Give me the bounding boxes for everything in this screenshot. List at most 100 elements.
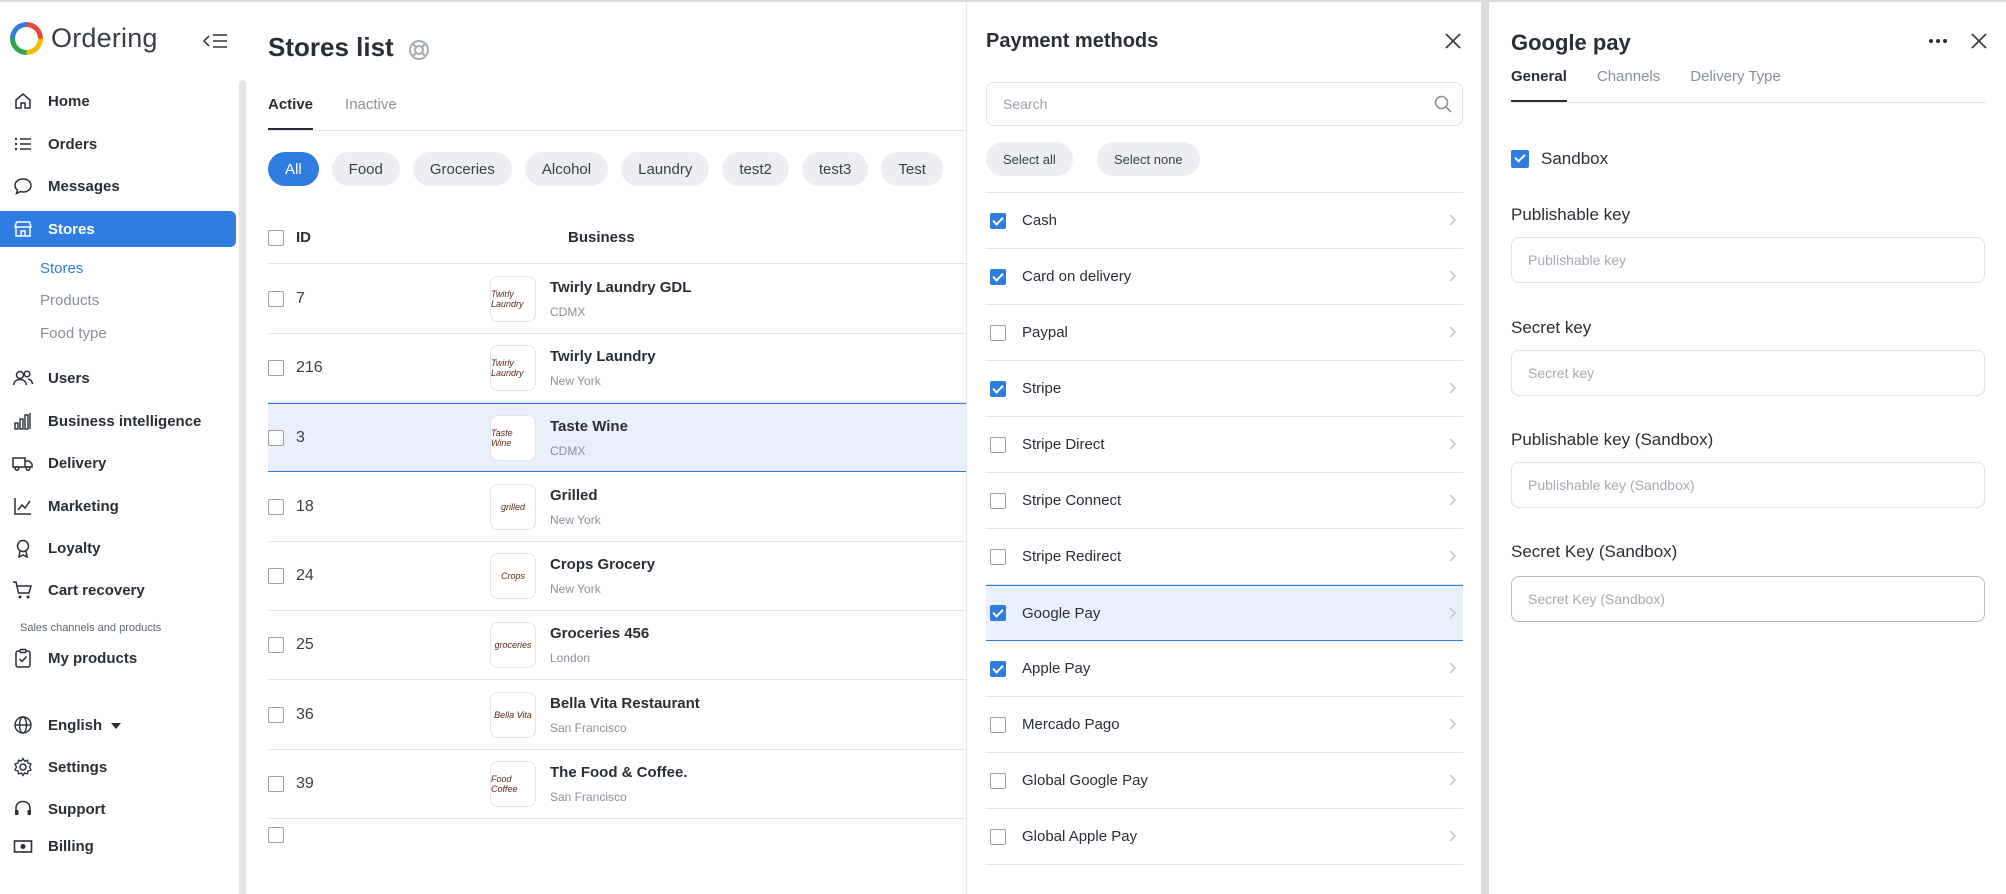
sidebar-item-delivery[interactable]: Delivery (0, 445, 236, 481)
row-checkbox[interactable] (268, 776, 284, 792)
tab-channels[interactable]: Channels (1597, 68, 1660, 102)
payment-method-stripe-redirect[interactable]: Stripe Redirect (986, 529, 1463, 585)
payment-method-global-apple-pay[interactable]: Global Apple Pay (986, 809, 1463, 865)
payment-method-stripe-direct[interactable]: Stripe Direct (986, 417, 1463, 473)
payment-method-checkbox[interactable] (990, 436, 1006, 453)
collapse-sidebar-button[interactable] (200, 26, 230, 56)
payment-method-global-google-pay[interactable]: Global Google Pay (986, 753, 1463, 809)
payment-method-google-pay[interactable]: Google Pay (986, 585, 1463, 641)
chip-alcohol[interactable]: Alcohol (524, 152, 609, 186)
row-checkbox[interactable] (268, 429, 284, 446)
payment-method-checkbox[interactable] (990, 324, 1006, 341)
payment-method-label: Paypal (1022, 324, 1068, 341)
chip-test[interactable]: Test (881, 152, 943, 186)
secret-key-input[interactable] (1511, 350, 1985, 396)
row-checkbox[interactable] (268, 568, 284, 584)
sidebar-item-users[interactable]: Users (0, 360, 236, 396)
store-name: Taste Wine (550, 418, 628, 435)
table-row-partial[interactable] (268, 819, 988, 888)
sidebar-subitem-stores[interactable]: Stores (40, 260, 83, 277)
more-options-button[interactable] (1923, 28, 1953, 54)
sandbox-toggle[interactable]: Sandbox (1511, 149, 1608, 169)
sidebar-item-support[interactable]: Support (0, 791, 236, 827)
row-checkbox[interactable] (268, 707, 284, 723)
payment-method-checkbox[interactable] (990, 828, 1006, 845)
table-row[interactable]: 24 Crops Crops Grocery New York (268, 542, 988, 611)
chip-test2[interactable]: test2 (722, 152, 789, 186)
tab-inactive[interactable]: Inactive (345, 96, 397, 130)
row-checkbox[interactable] (268, 637, 284, 653)
chip-all[interactable]: All (268, 152, 319, 186)
table-row[interactable]: 39 Food Coffee The Food & Coffee. San Fr… (268, 750, 988, 819)
payment-method-checkbox[interactable] (990, 772, 1006, 789)
store-logo: groceries (490, 622, 536, 668)
sidebar-item-messages[interactable]: Messages (0, 168, 236, 204)
select-all-button[interactable]: Select all (986, 142, 1073, 176)
payment-method-checkbox[interactable] (990, 548, 1006, 565)
row-checkbox[interactable] (268, 291, 284, 307)
publishable-key-sandbox-input[interactable] (1511, 462, 1985, 508)
select-all-checkbox[interactable] (268, 229, 284, 246)
sidebar-item-my-products[interactable]: My products (0, 640, 236, 676)
payment-method-stripe[interactable]: Stripe (986, 361, 1463, 417)
sidebar-subitem-food-type[interactable]: Food type (40, 325, 107, 342)
row-checkbox[interactable] (268, 360, 284, 376)
section-label-sales-channels: Sales channels and products (20, 622, 162, 634)
payment-search-input[interactable] (986, 82, 1463, 126)
tab-delivery-type[interactable]: Delivery Type (1690, 68, 1781, 102)
sidebar-item-loyalty[interactable]: Loyalty (0, 530, 236, 566)
sandbox-checkbox[interactable] (1511, 150, 1529, 168)
column-header-id[interactable]: ID (296, 229, 311, 246)
sidebar-scrollbar[interactable] (239, 80, 246, 894)
chip-laundry[interactable]: Laundry (621, 152, 710, 186)
language-selector[interactable]: English (0, 707, 236, 743)
sidebar-item-orders[interactable]: Orders (0, 126, 236, 162)
table-row[interactable]: 25 groceries Groceries 456 London (268, 611, 988, 680)
column-header-business[interactable]: Business (568, 229, 635, 246)
secret-key-sandbox-input[interactable] (1511, 576, 1985, 622)
payment-method-checkbox[interactable] (990, 380, 1006, 397)
table-row[interactable]: 18 grilled Grilled New York (268, 473, 988, 542)
store-name: Crops Grocery (550, 556, 656, 573)
app-logo[interactable]: Ordering (10, 18, 158, 58)
sidebar-subitem-products[interactable]: Products (40, 292, 99, 309)
tab-general[interactable]: General (1511, 68, 1567, 102)
row-checkbox[interactable] (268, 827, 284, 843)
payment-method-mercado-pago[interactable]: Mercado Pago (986, 697, 1463, 753)
lifebuoy-help-icon[interactable] (408, 37, 430, 60)
tab-active[interactable]: Active (268, 96, 314, 130)
sidebar-item-settings[interactable]: Settings (0, 749, 236, 785)
close-payment-methods-button[interactable] (1440, 28, 1466, 54)
sidebar-item-billing[interactable]: Billing (0, 828, 236, 864)
payment-method-checkbox[interactable] (990, 268, 1006, 285)
search-icon[interactable] (1433, 94, 1453, 114)
payment-method-label: Stripe Direct (1022, 436, 1105, 453)
payment-method-apple-pay[interactable]: Apple Pay (986, 641, 1463, 697)
sidebar-item-business-intelligence[interactable]: Business intelligence (0, 403, 236, 439)
table-row[interactable]: 216 Twirly Laundry Twirly Laundry New Yo… (268, 334, 988, 403)
row-checkbox[interactable] (268, 499, 284, 515)
payment-method-cash[interactable]: Cash (986, 193, 1463, 249)
payment-method-checkbox[interactable] (990, 660, 1006, 677)
payment-method-stripe-connect[interactable]: Stripe Connect (986, 473, 1463, 529)
close-google-pay-button[interactable] (1966, 28, 1992, 54)
table-row[interactable]: 7 Twirly Laundry Twirly Laundry GDL CDMX (268, 265, 988, 334)
sidebar-item-cart-recovery[interactable]: Cart recovery (0, 572, 236, 608)
sidebar-item-marketing[interactable]: Marketing (0, 488, 236, 524)
sidebar-item-home[interactable]: Home (0, 83, 236, 119)
table-row[interactable]: 3 Taste Wine Taste Wine CDMX (268, 403, 988, 472)
payment-method-checkbox[interactable] (990, 716, 1006, 733)
publishable-key-input[interactable] (1511, 237, 1985, 283)
chip-test3[interactable]: test3 (801, 152, 869, 186)
sidebar-item-stores[interactable]: Stores (0, 211, 236, 247)
payment-method-card-on-delivery[interactable]: Card on delivery (986, 249, 1463, 305)
table-row[interactable]: 36 Bella Vita Bella Vita Restaurant San … (268, 681, 988, 750)
chip-groceries[interactable]: Groceries (412, 152, 512, 186)
select-none-button[interactable]: Select none (1097, 142, 1200, 176)
payment-method-checkbox[interactable] (990, 492, 1006, 509)
payment-method-checkbox[interactable] (990, 212, 1006, 229)
chip-food[interactable]: Food (331, 152, 400, 186)
payment-method-checkbox[interactable] (990, 605, 1006, 621)
collapse-menu-icon (202, 34, 227, 48)
payment-method-paypal[interactable]: Paypal (986, 305, 1463, 361)
